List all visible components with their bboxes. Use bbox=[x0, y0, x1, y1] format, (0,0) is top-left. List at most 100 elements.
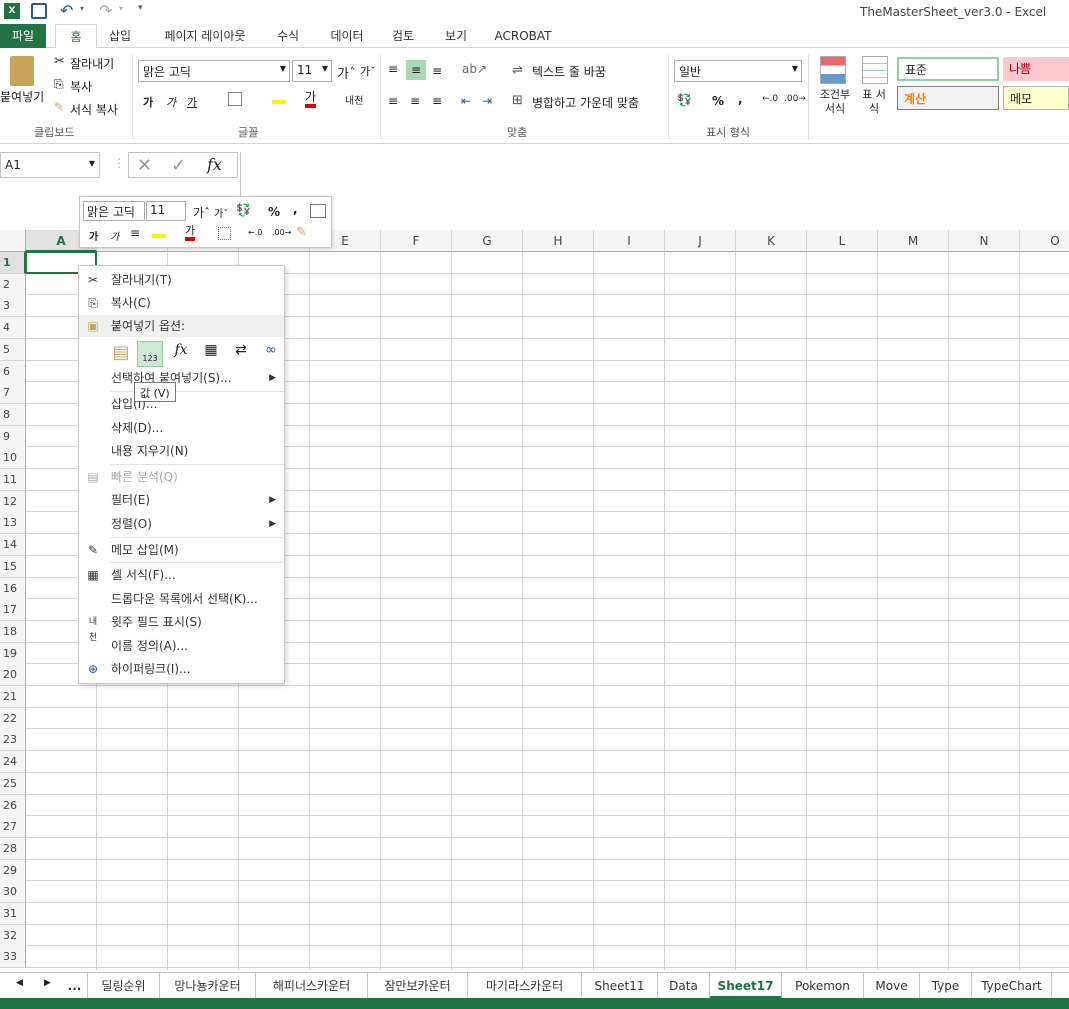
mini-font-select[interactable]: 맑은 고딕 bbox=[83, 201, 145, 221]
column-header[interactable]: G bbox=[452, 230, 523, 252]
font-color-button[interactable]: 가 bbox=[305, 91, 317, 108]
bold-button[interactable]: 가 bbox=[143, 94, 153, 110]
row-header[interactable]: 2 bbox=[0, 273, 26, 296]
align-middle-icon[interactable]: ≡ bbox=[406, 60, 426, 80]
style-calculation[interactable]: 계산 bbox=[897, 86, 999, 110]
scroll-right-icon[interactable]: ▶ bbox=[44, 978, 51, 988]
undo-dropdown-icon[interactable]: ▾ bbox=[80, 4, 84, 13]
column-header[interactable]: M bbox=[878, 230, 949, 252]
paste-icon[interactable] bbox=[10, 56, 34, 86]
column-header[interactable]: F bbox=[381, 230, 452, 252]
format-table-button[interactable]: 표 서식 bbox=[858, 88, 890, 116]
row-header[interactable]: 30 bbox=[0, 881, 26, 904]
format-painter-button[interactable]: 서식 복사 bbox=[70, 101, 118, 118]
row-header[interactable]: 24 bbox=[0, 751, 26, 774]
undo-icon[interactable]: ↶ bbox=[60, 1, 73, 20]
style-normal[interactable]: 표준 bbox=[897, 57, 999, 81]
sheet-tab[interactable]: 잠만보카운터 bbox=[368, 973, 468, 999]
menu-cut[interactable]: ✂ 잘라내기(T) bbox=[79, 269, 284, 291]
decrease-indent-icon[interactable]: ⇤ bbox=[461, 94, 471, 108]
format-painter-icon[interactable]: ✎ bbox=[296, 225, 307, 240]
sheet-tab[interactable]: 마기라스카운터 bbox=[468, 973, 582, 999]
customize-qat-icon[interactable]: ▾ bbox=[138, 3, 143, 13]
conditional-format-button[interactable]: 조건부 서식 bbox=[815, 88, 855, 116]
decrease-decimal-icon[interactable]: .00→ bbox=[784, 94, 806, 104]
menu-filter[interactable]: 필터(E) ▶ bbox=[79, 489, 284, 511]
percent-button[interactable]: % bbox=[712, 94, 724, 108]
paste-button[interactable]: 붙여넣기 bbox=[0, 88, 44, 105]
increase-decimal-icon[interactable]: ←.0 bbox=[762, 94, 778, 104]
tab-formulas[interactable]: 수식 bbox=[268, 24, 308, 48]
menu-clear-contents[interactable]: 내용 지우기(N) bbox=[79, 440, 284, 462]
font-size-select[interactable]: 11 ▼ bbox=[292, 60, 332, 82]
align-center-icon[interactable]: ≡ bbox=[130, 226, 140, 240]
wrap-text-button[interactable]: 텍스트 줄 바꿈 bbox=[532, 63, 606, 80]
paste-formulas-icon[interactable]: fx bbox=[169, 342, 193, 366]
redo-dropdown-icon[interactable]: ▾ bbox=[119, 4, 123, 13]
currency-icon[interactable]: 💱 bbox=[236, 203, 251, 217]
mini-comma[interactable]: , bbox=[293, 202, 298, 216]
sheet-tab[interactable]: Data bbox=[658, 973, 710, 999]
number-format-select[interactable]: 일반 ▼ bbox=[674, 60, 802, 82]
row-header[interactable]: 17 bbox=[0, 599, 26, 622]
row-header[interactable]: 3 bbox=[0, 295, 26, 318]
row-header[interactable]: 28 bbox=[0, 837, 26, 860]
format-table-icon[interactable] bbox=[862, 56, 888, 84]
row-header[interactable]: 7 bbox=[0, 382, 26, 405]
row-header[interactable]: 26 bbox=[0, 794, 26, 817]
column-header[interactable]: J bbox=[665, 230, 736, 252]
row-header[interactable]: 18 bbox=[0, 620, 26, 643]
increase-decimal-icon[interactable]: ←.0 bbox=[248, 228, 262, 237]
row-header[interactable]: 11 bbox=[0, 469, 26, 491]
sheet-tab[interactable]: 딜링순위 bbox=[88, 973, 160, 999]
paste-formatting-icon[interactable]: ▦ bbox=[199, 342, 223, 366]
menu-pick-from-list[interactable]: 드롭다운 목록에서 선택(K)... bbox=[79, 588, 284, 610]
row-header[interactable]: 5 bbox=[0, 338, 26, 361]
enter-icon[interactable]: ✓ bbox=[171, 155, 186, 176]
menu-insert-comment[interactable]: ✎ 메모 삽입(M) bbox=[79, 539, 284, 561]
row-header[interactable]: 10 bbox=[0, 447, 26, 470]
redo-icon[interactable]: ↷ bbox=[99, 1, 112, 20]
tab-file[interactable]: 파일 bbox=[0, 24, 46, 48]
row-header[interactable]: 14 bbox=[0, 534, 26, 557]
row-header[interactable]: 22 bbox=[0, 707, 26, 730]
copy-button[interactable]: 복사 bbox=[70, 78, 92, 95]
row-header[interactable]: 21 bbox=[0, 686, 26, 708]
sheet-tab[interactable]: 망나뇽카운터 bbox=[160, 973, 256, 999]
row-header[interactable]: 6 bbox=[0, 360, 26, 383]
mini-percent[interactable]: % bbox=[268, 205, 280, 219]
bold-icon[interactable]: 가 bbox=[89, 228, 98, 243]
tab-acrobat[interactable]: ACROBAT bbox=[490, 24, 556, 48]
row-header[interactable]: 15 bbox=[0, 555, 26, 578]
orientation-icon[interactable]: ab↗ bbox=[462, 62, 487, 76]
align-top-icon[interactable]: ≡ bbox=[388, 62, 398, 76]
select-all-button[interactable] bbox=[0, 230, 26, 252]
column-header[interactable]: N bbox=[949, 230, 1020, 252]
font-color-icon[interactable]: 가 bbox=[185, 225, 196, 241]
column-header[interactable]: I bbox=[594, 230, 665, 252]
italic-icon[interactable]: 가 bbox=[110, 228, 119, 243]
cut-button[interactable]: 잘라내기 bbox=[70, 55, 114, 72]
sheet-tab[interactable]: ... bbox=[62, 973, 88, 999]
sheet-tab[interactable]: 해피너스카운터 bbox=[256, 973, 368, 999]
sheet-tab[interactable]: Sheet17 bbox=[710, 973, 782, 999]
border-icon[interactable] bbox=[228, 92, 242, 106]
row-header[interactable]: 20 bbox=[0, 664, 26, 687]
currency-icon[interactable]: 💱 bbox=[677, 93, 692, 107]
column-header[interactable]: H bbox=[523, 230, 594, 252]
increase-font-icon[interactable]: 가ˆ bbox=[193, 204, 210, 221]
phonetic-icon[interactable]: 내천 bbox=[345, 92, 363, 107]
row-header[interactable]: 25 bbox=[0, 772, 26, 795]
align-center-icon[interactable]: ≡ bbox=[410, 94, 420, 108]
style-note[interactable]: 메모 bbox=[1003, 86, 1069, 110]
paste-link-icon[interactable]: ∞ bbox=[259, 342, 283, 366]
row-header[interactable]: 29 bbox=[0, 859, 26, 882]
fill-color-icon[interactable] bbox=[152, 225, 166, 238]
menu-insert[interactable]: 삽입(I)... bbox=[79, 393, 284, 415]
save-icon[interactable] bbox=[31, 3, 47, 19]
row-header[interactable]: 16 bbox=[0, 577, 26, 600]
row-header[interactable]: 32 bbox=[0, 924, 26, 947]
decrease-decimal-icon[interactable]: .00→ bbox=[272, 228, 291, 237]
decrease-font-icon[interactable]: 가ˇ bbox=[360, 63, 376, 79]
row-header[interactable]: 19 bbox=[0, 642, 26, 665]
